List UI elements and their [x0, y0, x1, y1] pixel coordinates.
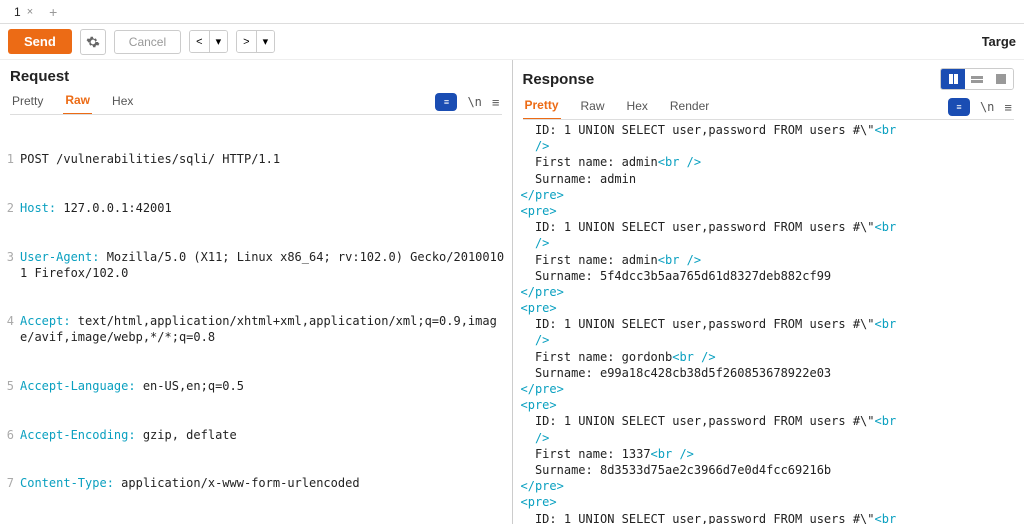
response-tab-hex[interactable]: Hex — [625, 95, 650, 119]
close-icon[interactable]: × — [27, 6, 33, 18]
nav-fwd-dropdown[interactable]: ▾ — [256, 31, 275, 52]
target-label: Targe — [982, 34, 1016, 49]
newline-icon[interactable]: \n — [467, 95, 481, 109]
gear-icon — [86, 35, 100, 49]
wrap-icon[interactable]: ≡ — [1004, 100, 1012, 115]
nav-back-dropdown[interactable]: ▾ — [209, 31, 228, 52]
nav-back-button[interactable]: < — [190, 31, 208, 52]
request-editor[interactable]: 1POST /vulnerabilities/sqli/ HTTP/1.1 2H… — [0, 115, 512, 524]
layout-single[interactable] — [989, 69, 1013, 89]
send-button[interactable]: Send — [8, 29, 72, 54]
toolbar: Send Cancel < ▾ > ▾ Targe — [0, 24, 1024, 60]
actions-button[interactable]: ≡ — [435, 93, 457, 111]
response-pane: Response Pretty Raw Hex Render ≡ \n ≡ ID… — [513, 60, 1024, 524]
request-tab-hex[interactable]: Hex — [110, 90, 135, 114]
wrap-icon[interactable]: ≡ — [492, 95, 500, 110]
actions-button[interactable]: ≡ — [948, 98, 970, 116]
window-tabs: 1 × + — [0, 0, 1024, 24]
request-tab-raw[interactable]: Raw — [63, 89, 92, 115]
response-viewer[interactable]: ID: 1 UNION SELECT user,password FROM us… — [513, 120, 1024, 524]
tab-label: 1 — [14, 5, 21, 19]
layout-columns[interactable] — [941, 69, 965, 89]
request-title: Request — [10, 68, 69, 85]
response-tab-raw[interactable]: Raw — [579, 95, 607, 119]
request-pane: Request Pretty Raw Hex ≡ \n ≡ 1POST /vul… — [0, 60, 513, 524]
main-split: Request Pretty Raw Hex ≡ \n ≡ 1POST /vul… — [0, 60, 1024, 524]
response-title: Response — [523, 71, 595, 88]
newline-icon[interactable]: \n — [980, 100, 994, 114]
cancel-button[interactable]: Cancel — [114, 30, 181, 54]
layout-toggle — [940, 68, 1014, 90]
nav-back-group: < ▾ — [189, 30, 228, 53]
new-tab-button[interactable]: + — [41, 1, 65, 23]
response-tab-pretty[interactable]: Pretty — [523, 94, 561, 120]
nav-fwd-group: > ▾ — [236, 30, 275, 53]
settings-button[interactable] — [80, 29, 106, 55]
layout-rows[interactable] — [965, 69, 989, 89]
response-tab-render[interactable]: Render — [668, 95, 711, 119]
request-subtabs: Pretty Raw Hex ≡ \n ≡ — [0, 85, 512, 115]
tab-1[interactable]: 1 × — [6, 2, 41, 22]
nav-fwd-button[interactable]: > — [237, 31, 255, 52]
response-subtabs: Pretty Raw Hex Render ≡ \n ≡ — [513, 90, 1024, 120]
request-tab-pretty[interactable]: Pretty — [10, 90, 45, 114]
